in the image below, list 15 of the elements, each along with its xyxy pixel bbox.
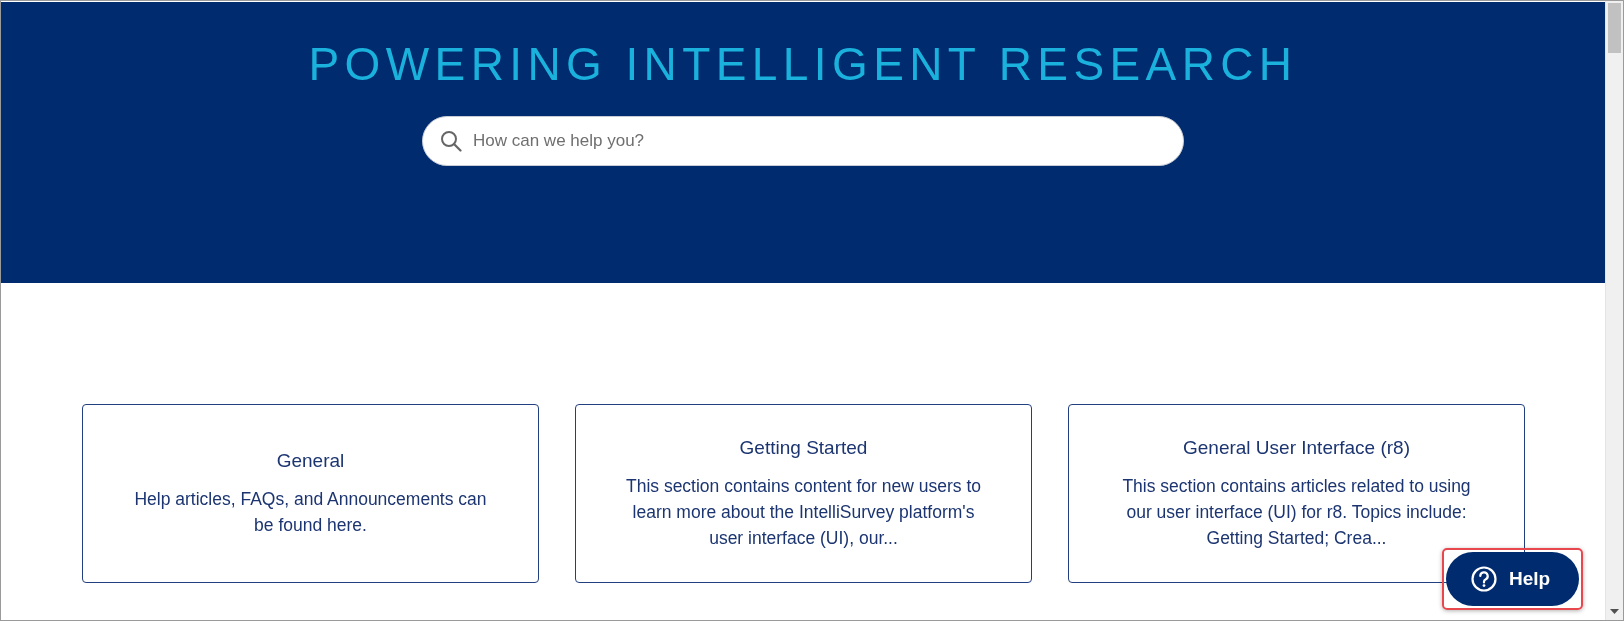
topic-card[interactable]: Getting Started This section contains content for new users to learn more about the IntelliSurvey platform's user interface (UI), our... [575, 404, 1032, 583]
card-title: Getting Started [739, 436, 868, 459]
page-title: POWERING INTELLIGENT RESEARCH [308, 37, 1298, 92]
topic-card[interactable]: General Help articles, FAQs, and Announcements can be found here. [82, 404, 539, 583]
card-description: Help articles, FAQs, and Announcements can be found here. [133, 487, 488, 537]
card-description: This section contains articles related to using our user interface (UI) for r8. Topics include: Getting Started; Crea... [1121, 474, 1472, 550]
search-icon [440, 130, 462, 152]
card-description: This section contains content for new users to learn more about the IntelliSurvey platform's user interface (UI), our... [624, 474, 982, 550]
card-title: General User Interface (r8) [1183, 436, 1410, 459]
scrollbar-thumb[interactable] [1608, 3, 1621, 53]
scroll-down-icon[interactable] [1610, 609, 1619, 615]
help-button[interactable]: Help [1446, 552, 1579, 606]
card-title: General [276, 449, 345, 472]
question-icon [1471, 566, 1497, 592]
search-field[interactable]: How can we help you? [422, 116, 1184, 166]
